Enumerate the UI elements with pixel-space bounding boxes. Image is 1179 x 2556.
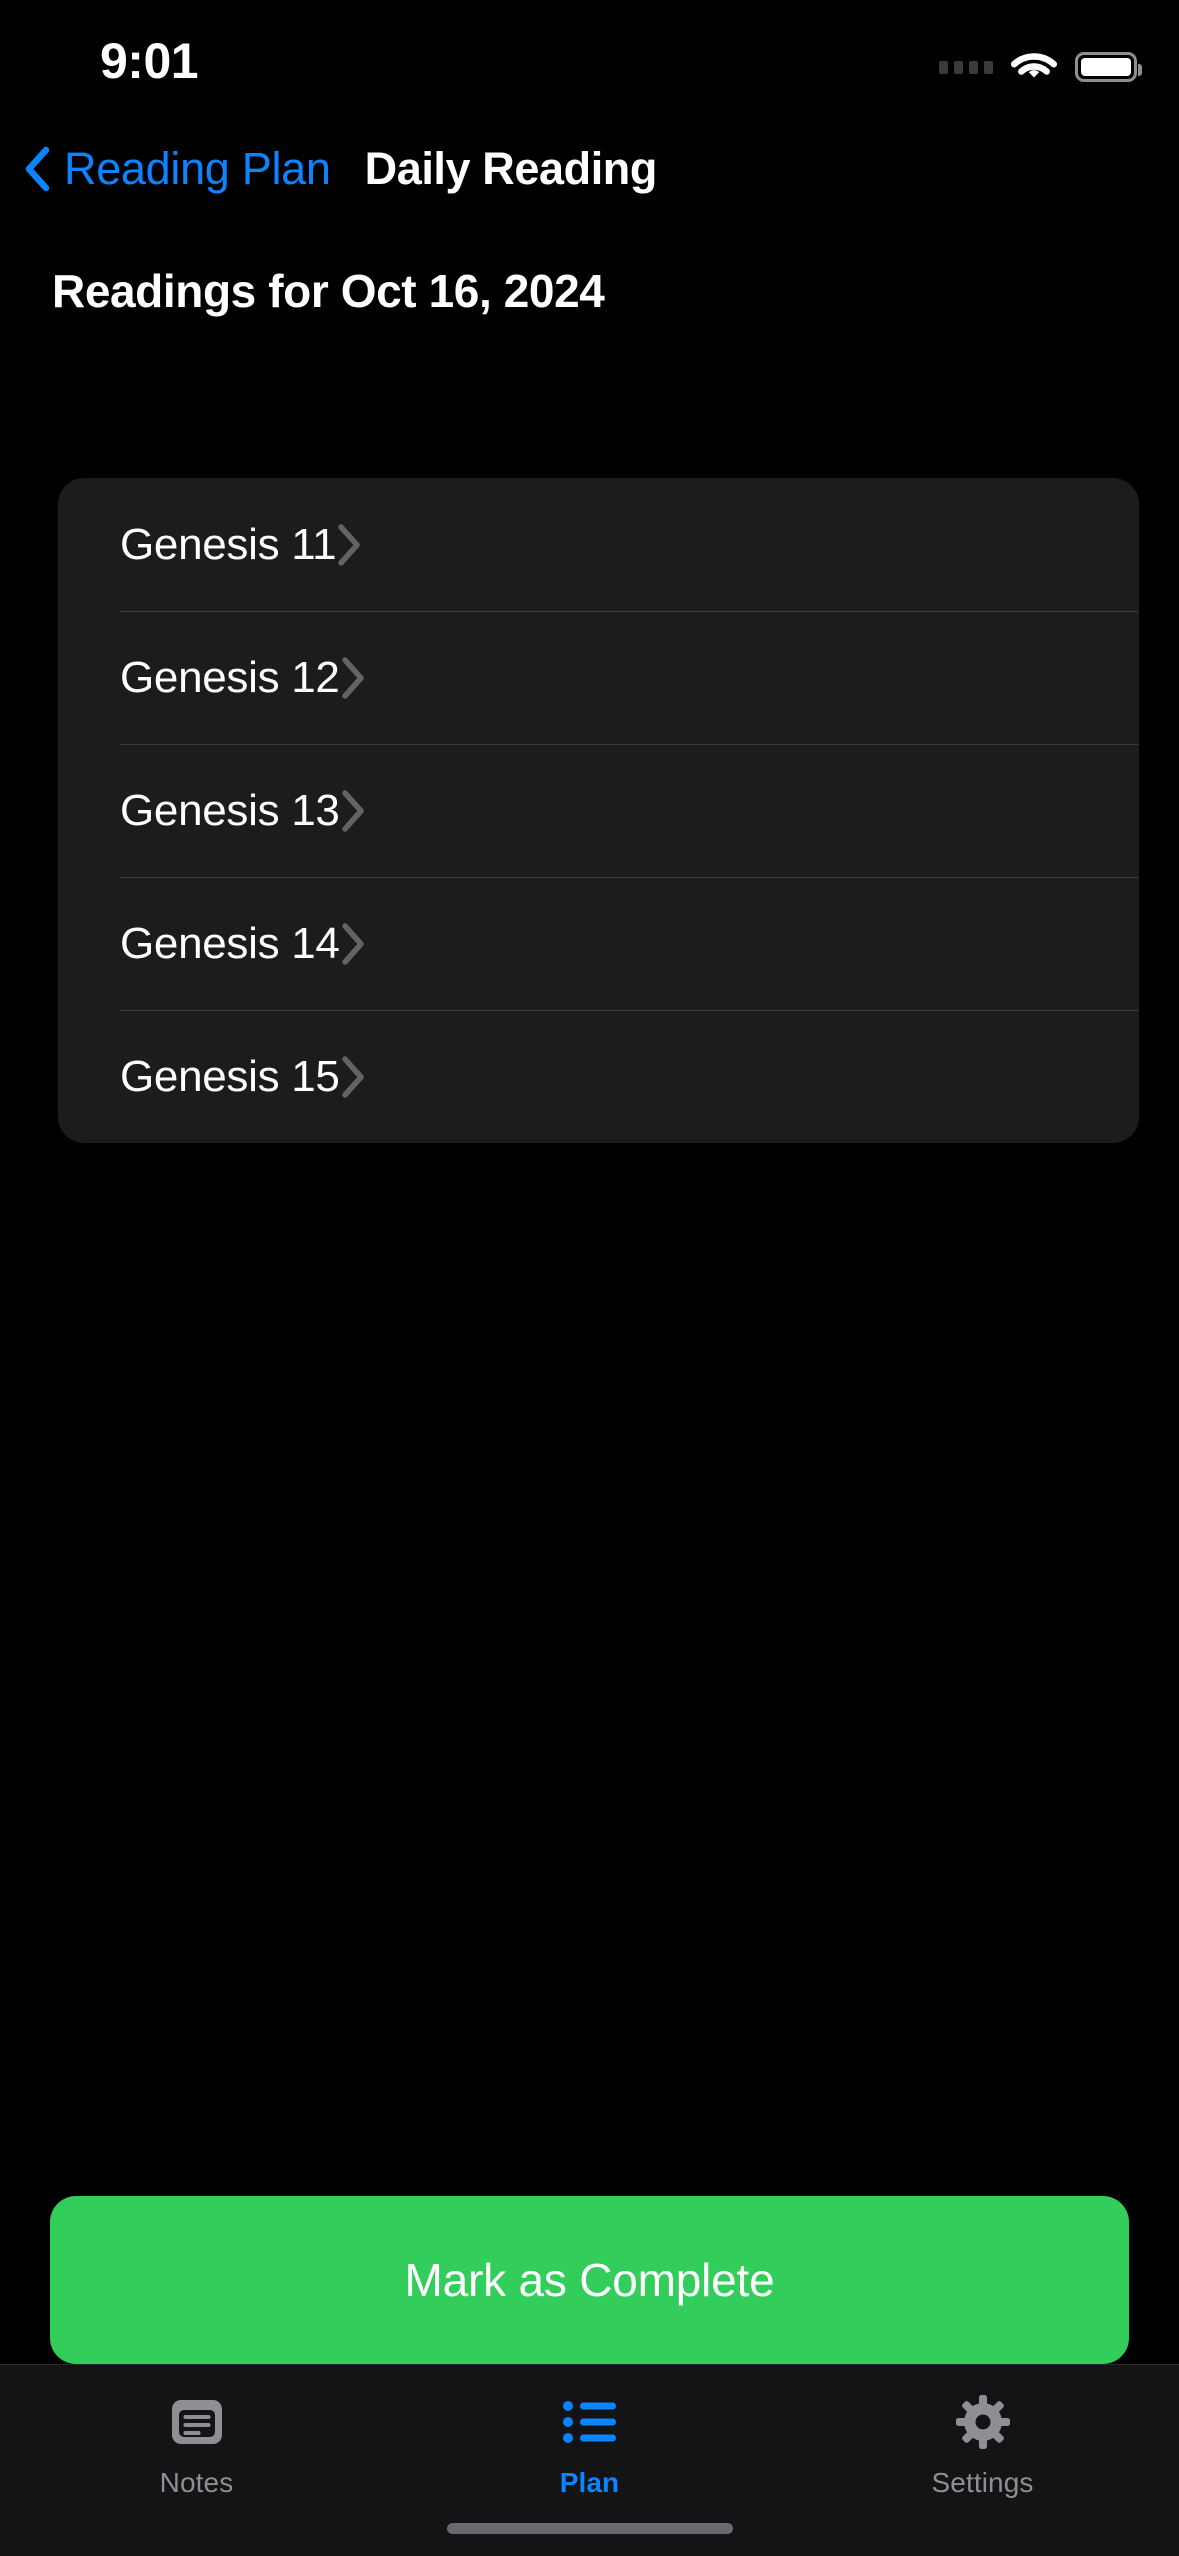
list-item-label: Genesis 13 <box>120 785 340 835</box>
main-content: Readings for Oct 16, 2024 Genesis 11 Gen… <box>0 218 1179 2364</box>
tab-notes[interactable]: Notes <box>0 2391 393 2499</box>
list-item[interactable]: Genesis 15 <box>58 1010 1139 1143</box>
tab-notes-label: Notes <box>159 2467 234 2498</box>
list-item-label: Genesis 12 <box>120 652 340 702</box>
tab-plan[interactable]: Plan <box>393 2391 786 2499</box>
back-button[interactable]: Reading Plan <box>22 143 331 195</box>
wifi-icon <box>1010 50 1058 84</box>
battery-full-icon <box>1075 52 1142 82</box>
mark-as-complete-button[interactable]: Mark as Complete <box>50 2196 1129 2364</box>
page-title: Daily Reading <box>364 143 658 194</box>
list-item[interactable]: Genesis 13 <box>58 744 1139 877</box>
home-indicator[interactable] <box>446 2523 733 2534</box>
navigation-bar: Reading Plan Daily Reading <box>0 120 1179 218</box>
list-item-label: Genesis 11 <box>120 519 337 569</box>
chevron-left-icon <box>22 146 52 192</box>
app-screen: 9:01 Reading Plan Daily Reading Readings… <box>0 0 1179 2556</box>
readings-list: Genesis 11 Genesis 12 Genesis 13 Genesis… <box>58 478 1139 1143</box>
list-item[interactable]: Genesis 12 <box>58 611 1139 744</box>
notes-icon <box>168 2391 226 2453</box>
tab-settings[interactable]: Settings <box>786 2391 1179 2499</box>
chevron-right-icon <box>340 922 366 966</box>
chevron-right-icon <box>340 656 366 700</box>
tab-settings-label: Settings <box>931 2467 1034 2498</box>
list-item-label: Genesis 14 <box>120 918 340 968</box>
tab-plan-label: Plan <box>559 2467 620 2498</box>
back-button-label: Reading Plan <box>64 143 331 194</box>
chevron-right-icon <box>336 523 362 567</box>
list-item-label: Genesis 15 <box>120 1051 340 1101</box>
status-bar-time: 9:01 <box>100 33 199 89</box>
list-item[interactable]: Genesis 14 <box>58 877 1139 1010</box>
gear-icon <box>954 2391 1012 2453</box>
cta-container: Mark as Complete <box>0 2196 1179 2364</box>
chevron-right-icon <box>340 1055 366 1099</box>
home-indicator-container <box>0 2523 1179 2534</box>
list-bullet-icon <box>561 2391 619 2453</box>
mark-as-complete-label: Mark as Complete <box>404 2254 775 2306</box>
chevron-right-icon <box>340 789 366 833</box>
cellular-dots-icon <box>939 60 993 74</box>
section-heading: Readings for Oct 16, 2024 <box>52 265 605 317</box>
status-bar: 9:01 <box>0 0 1179 120</box>
status-bar-indicators <box>939 50 1142 84</box>
list-item[interactable]: Genesis 11 <box>58 478 1139 611</box>
